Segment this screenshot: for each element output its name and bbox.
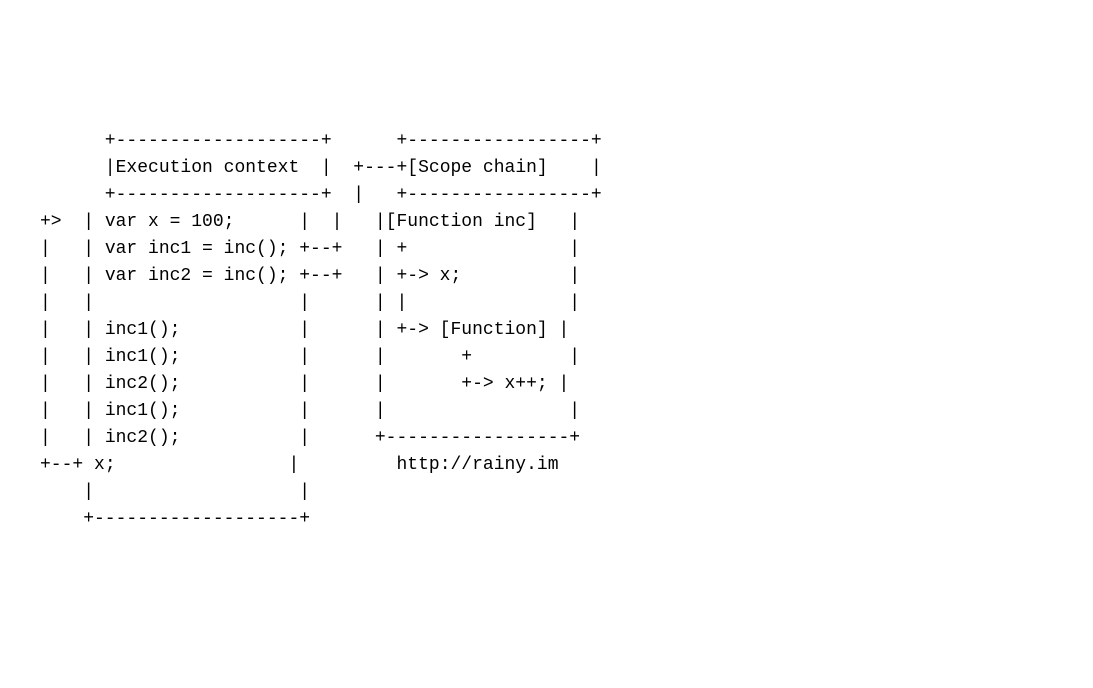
- exec-line: var inc2 = inc();: [94, 266, 288, 286]
- border-line: +-------------------+ | +---------------…: [40, 185, 602, 205]
- exec-line: x;: [83, 455, 115, 475]
- exec-line: var x = 100;: [94, 212, 234, 232]
- title-row: |: [40, 158, 116, 178]
- scope-line: +-> [Function]: [386, 320, 548, 340]
- border-line: +-------------------+: [40, 509, 310, 529]
- scope-line: +-> x++;: [386, 374, 548, 394]
- exec-line: inc2();: [94, 374, 180, 394]
- exec-context-title: Execution context: [116, 158, 300, 178]
- scope-line: [Function inc]: [386, 212, 537, 232]
- ascii-diagram: +-------------------+ +-----------------…: [40, 128, 1053, 533]
- exec-line: inc2();: [94, 428, 180, 448]
- exec-line: inc1();: [94, 320, 180, 340]
- scope-line: +-> x;: [386, 266, 462, 286]
- border-line: +-------------------+ +-----------------…: [40, 131, 602, 151]
- scope-line: +: [386, 347, 472, 367]
- scope-line: +: [386, 239, 408, 259]
- exec-line: inc1();: [94, 401, 180, 421]
- exec-line: inc1();: [94, 347, 180, 367]
- scope-line: |: [386, 293, 408, 313]
- scope-chain-title: [Scope chain]: [407, 158, 547, 178]
- exec-line: var inc1 = inc();: [94, 239, 288, 259]
- pointer-marker: +> |: [40, 212, 94, 232]
- footer-url: http://rainy.im: [396, 455, 558, 475]
